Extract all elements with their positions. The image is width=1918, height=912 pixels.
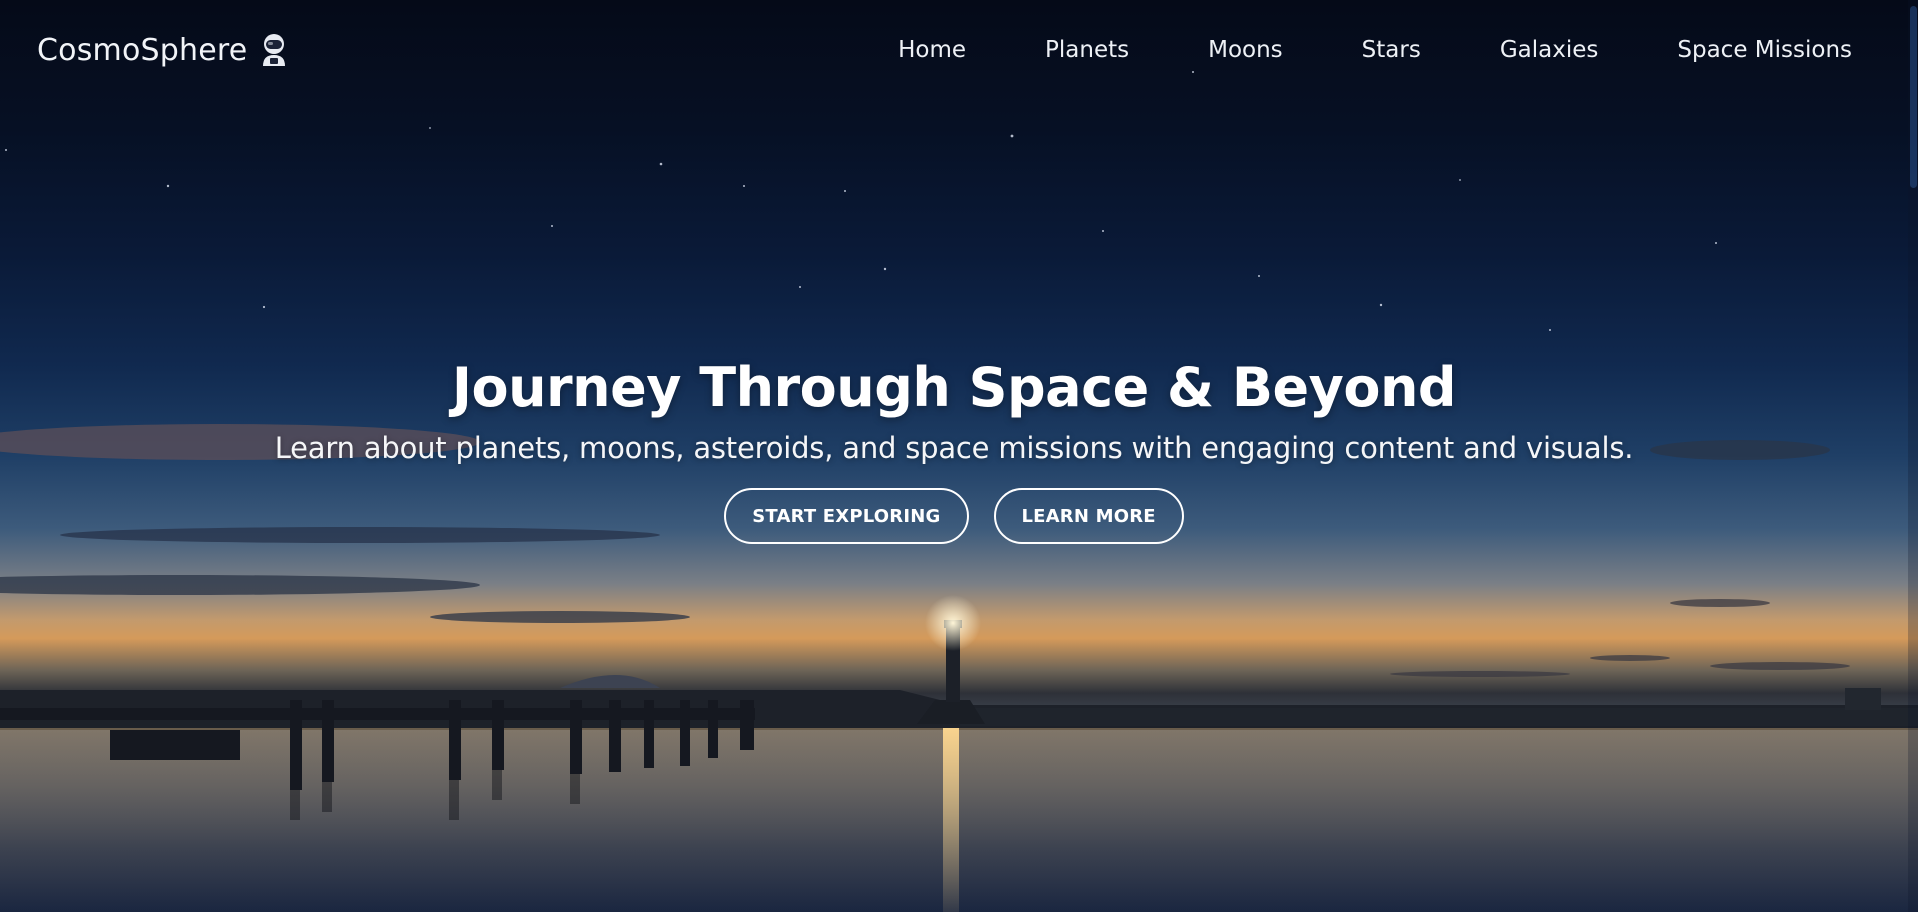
learn-more-button[interactable]: LEARN MORE <box>993 488 1184 544</box>
navbar: CosmoSphere Home Planets Moons Stars Gal… <box>0 0 1908 100</box>
scrollbar-thumb[interactable] <box>1910 6 1917 188</box>
start-exploring-button[interactable]: START EXPLORING <box>724 488 969 544</box>
nav-galaxies[interactable]: Galaxies <box>1500 37 1599 63</box>
astronaut-icon <box>259 33 289 67</box>
scrollbar[interactable] <box>1908 0 1918 912</box>
cta-row: START EXPLORING LEARN MORE <box>0 488 1908 544</box>
nav-space-missions[interactable]: Space Missions <box>1677 37 1852 63</box>
nav-home[interactable]: Home <box>898 37 966 63</box>
hero-subtitle: Learn about planets, moons, asteroids, a… <box>274 431 1634 465</box>
brand[interactable]: CosmoSphere <box>37 33 289 68</box>
nav-stars[interactable]: Stars <box>1362 37 1421 63</box>
nav-planets[interactable]: Planets <box>1045 37 1129 63</box>
hero-section: CosmoSphere Home Planets Moons Stars Gal… <box>0 0 1918 912</box>
stars <box>5 71 1717 331</box>
hero-content: Journey Through Space & Beyond Learn abo… <box>0 356 1908 544</box>
brand-name[interactable]: CosmoSphere <box>37 33 247 68</box>
hero-title: Journey Through Space & Beyond <box>451 356 1457 419</box>
nav-moons[interactable]: Moons <box>1208 37 1283 63</box>
nav-links: Home Planets Moons Stars Galaxies Space … <box>819 37 1852 63</box>
